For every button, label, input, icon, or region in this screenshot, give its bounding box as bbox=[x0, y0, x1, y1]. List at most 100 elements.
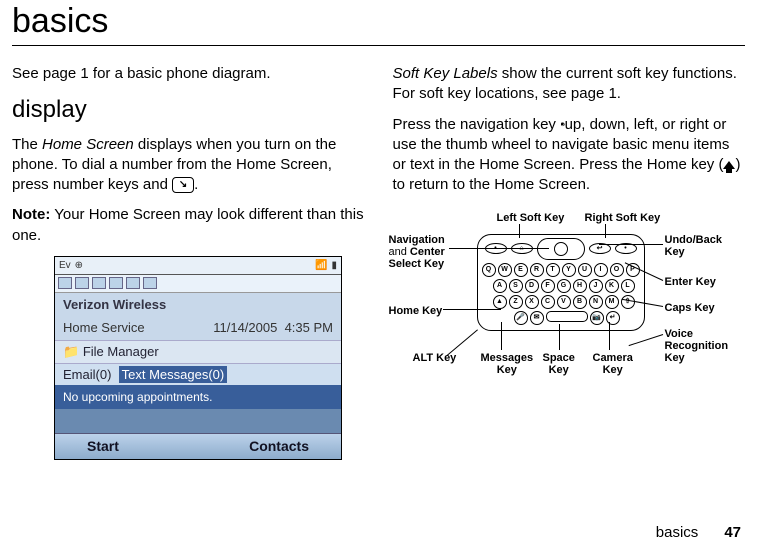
key: H bbox=[573, 279, 587, 293]
leader-line bbox=[443, 309, 501, 310]
right-soft-key: • bbox=[615, 243, 637, 254]
key: J bbox=[589, 279, 603, 293]
softkey-para: Soft Key Labels show the current soft ke… bbox=[393, 64, 746, 105]
caps-key-label: Caps Key bbox=[665, 302, 715, 314]
key-row: 🎤✉📷↵ bbox=[481, 311, 641, 325]
left-soft-key-label: Left Soft Key bbox=[497, 212, 565, 224]
key-row: QWERTYUIOP bbox=[481, 263, 641, 277]
leader-line bbox=[605, 224, 606, 238]
leader-line bbox=[609, 322, 610, 350]
leader-line bbox=[519, 224, 520, 238]
leader-line bbox=[559, 324, 560, 350]
space-key bbox=[546, 311, 588, 322]
right-soft-key-label: Right Soft Key bbox=[585, 212, 661, 224]
key: Z bbox=[509, 295, 523, 309]
text-messages-count: Text Messages(0) bbox=[119, 366, 228, 383]
mini-icon bbox=[92, 277, 106, 289]
leader-line bbox=[449, 248, 549, 249]
soft-right-label: Contacts bbox=[249, 437, 309, 456]
key: Y bbox=[562, 263, 576, 277]
mini-icon bbox=[75, 277, 89, 289]
content-columns: See page 1 for a basic phone diagram. di… bbox=[0, 46, 757, 460]
navigation-para: Press the navigation key ·◦· up, down, l… bbox=[393, 115, 746, 196]
carrier-line: Verizon Wireless bbox=[55, 293, 341, 317]
intro-line: See page 1 for a basic phone diagram. bbox=[12, 64, 365, 84]
back-key: ↩ bbox=[589, 243, 611, 254]
datetime: 11/14/2005 4:35 PM bbox=[213, 319, 333, 337]
page-title: basics bbox=[0, 0, 757, 45]
messages-row: Email(0) Text Messages(0) bbox=[55, 364, 341, 386]
text: The bbox=[12, 136, 42, 153]
service-label: Home Service bbox=[63, 319, 145, 337]
home-key: ⌂ bbox=[511, 243, 533, 254]
mini-icon bbox=[143, 277, 157, 289]
key: Q bbox=[482, 263, 496, 277]
email-count: Email(0) bbox=[63, 367, 111, 382]
key: K bbox=[605, 279, 619, 293]
leader-line bbox=[446, 329, 477, 355]
key: W bbox=[498, 263, 512, 277]
display-heading: display bbox=[12, 94, 365, 126]
key: M bbox=[605, 295, 619, 309]
mini-icon bbox=[109, 277, 123, 289]
mini-icon bbox=[58, 277, 72, 289]
text: . bbox=[194, 176, 198, 193]
key: S bbox=[509, 279, 523, 293]
battery-icon: ▮ bbox=[331, 259, 337, 273]
home-screen-para: The Home Screen displays when you turn o… bbox=[12, 135, 365, 196]
keypad-top-row: • ⌂ ↩ • bbox=[481, 238, 641, 260]
footer-section-label: basics bbox=[656, 524, 699, 541]
key: L bbox=[621, 279, 635, 293]
home-key-label: Home Key bbox=[389, 305, 443, 317]
voice-key: 🎤 bbox=[514, 311, 528, 325]
key: V bbox=[557, 295, 571, 309]
spacer bbox=[55, 409, 341, 433]
page-footer: basics 47 bbox=[656, 524, 741, 541]
mini-icon bbox=[126, 277, 140, 289]
softkey-bar: Start Contacts bbox=[55, 433, 341, 459]
file-manager-row: 📁 File Manager bbox=[55, 340, 341, 364]
no-appointments-row: No upcoming appointments. bbox=[55, 385, 341, 409]
key: R bbox=[530, 263, 544, 277]
dpad bbox=[537, 238, 585, 260]
camera-key-label: CameraKey bbox=[593, 352, 633, 376]
icon-row bbox=[55, 275, 341, 293]
navigation-key-label: Navigationand CenterSelect Key bbox=[389, 234, 475, 270]
key: O bbox=[610, 263, 624, 277]
key: A bbox=[493, 279, 507, 293]
space-key-label: SpaceKey bbox=[543, 352, 575, 376]
key-row: ▲ZXCVBNM⇧ bbox=[481, 295, 641, 309]
keypad-diagram: • ⌂ ↩ • QWERTYUIOP ASDFGHJKL ▲ZXCVBNM⇧ 🎤… bbox=[389, 206, 729, 426]
home-key-icon bbox=[723, 161, 735, 169]
key: F bbox=[541, 279, 555, 293]
service-line: Home Service 11/14/2005 4:35 PM bbox=[55, 316, 341, 340]
key: U bbox=[578, 263, 592, 277]
messages-key: ✉ bbox=[530, 311, 544, 325]
key: D bbox=[525, 279, 539, 293]
home-screen-term: Home Screen bbox=[42, 136, 134, 153]
page-number: 47 bbox=[724, 524, 741, 541]
undo-back-key-label: Undo/BackKey bbox=[665, 234, 722, 258]
alt-key: ▲ bbox=[493, 295, 507, 309]
text: Your Home Screen may look different than… bbox=[12, 206, 364, 243]
phone-screenshot: Ev ⊕ 📶 ▮ Verizon Wireless Home Service 11… bbox=[54, 256, 342, 460]
key: T bbox=[546, 263, 560, 277]
leader-line bbox=[628, 334, 663, 346]
left-column: See page 1 for a basic phone diagram. di… bbox=[12, 64, 365, 460]
camera-key: 📷 bbox=[590, 311, 604, 325]
status-icon: ⊕ bbox=[75, 259, 83, 273]
text: Press the navigation key bbox=[393, 116, 561, 133]
messages-key-label: MessagesKey bbox=[481, 352, 534, 376]
leader-line bbox=[501, 322, 502, 350]
enter-key-label: Enter Key bbox=[665, 276, 716, 288]
signal-icon: 📶 bbox=[315, 259, 327, 273]
softkey-labels-term: Soft Key Labels bbox=[393, 65, 498, 82]
key: I bbox=[594, 263, 608, 277]
key: B bbox=[573, 295, 587, 309]
status-ev-icon: Ev bbox=[59, 259, 71, 273]
leader-line bbox=[599, 244, 663, 245]
key-row: ASDFGHJKL bbox=[481, 279, 641, 293]
note-para: Note: Your Home Screen may look differen… bbox=[12, 205, 365, 246]
voice-key-label: VoiceRecognitionKey bbox=[665, 328, 729, 364]
left-soft-key: • bbox=[485, 243, 507, 254]
